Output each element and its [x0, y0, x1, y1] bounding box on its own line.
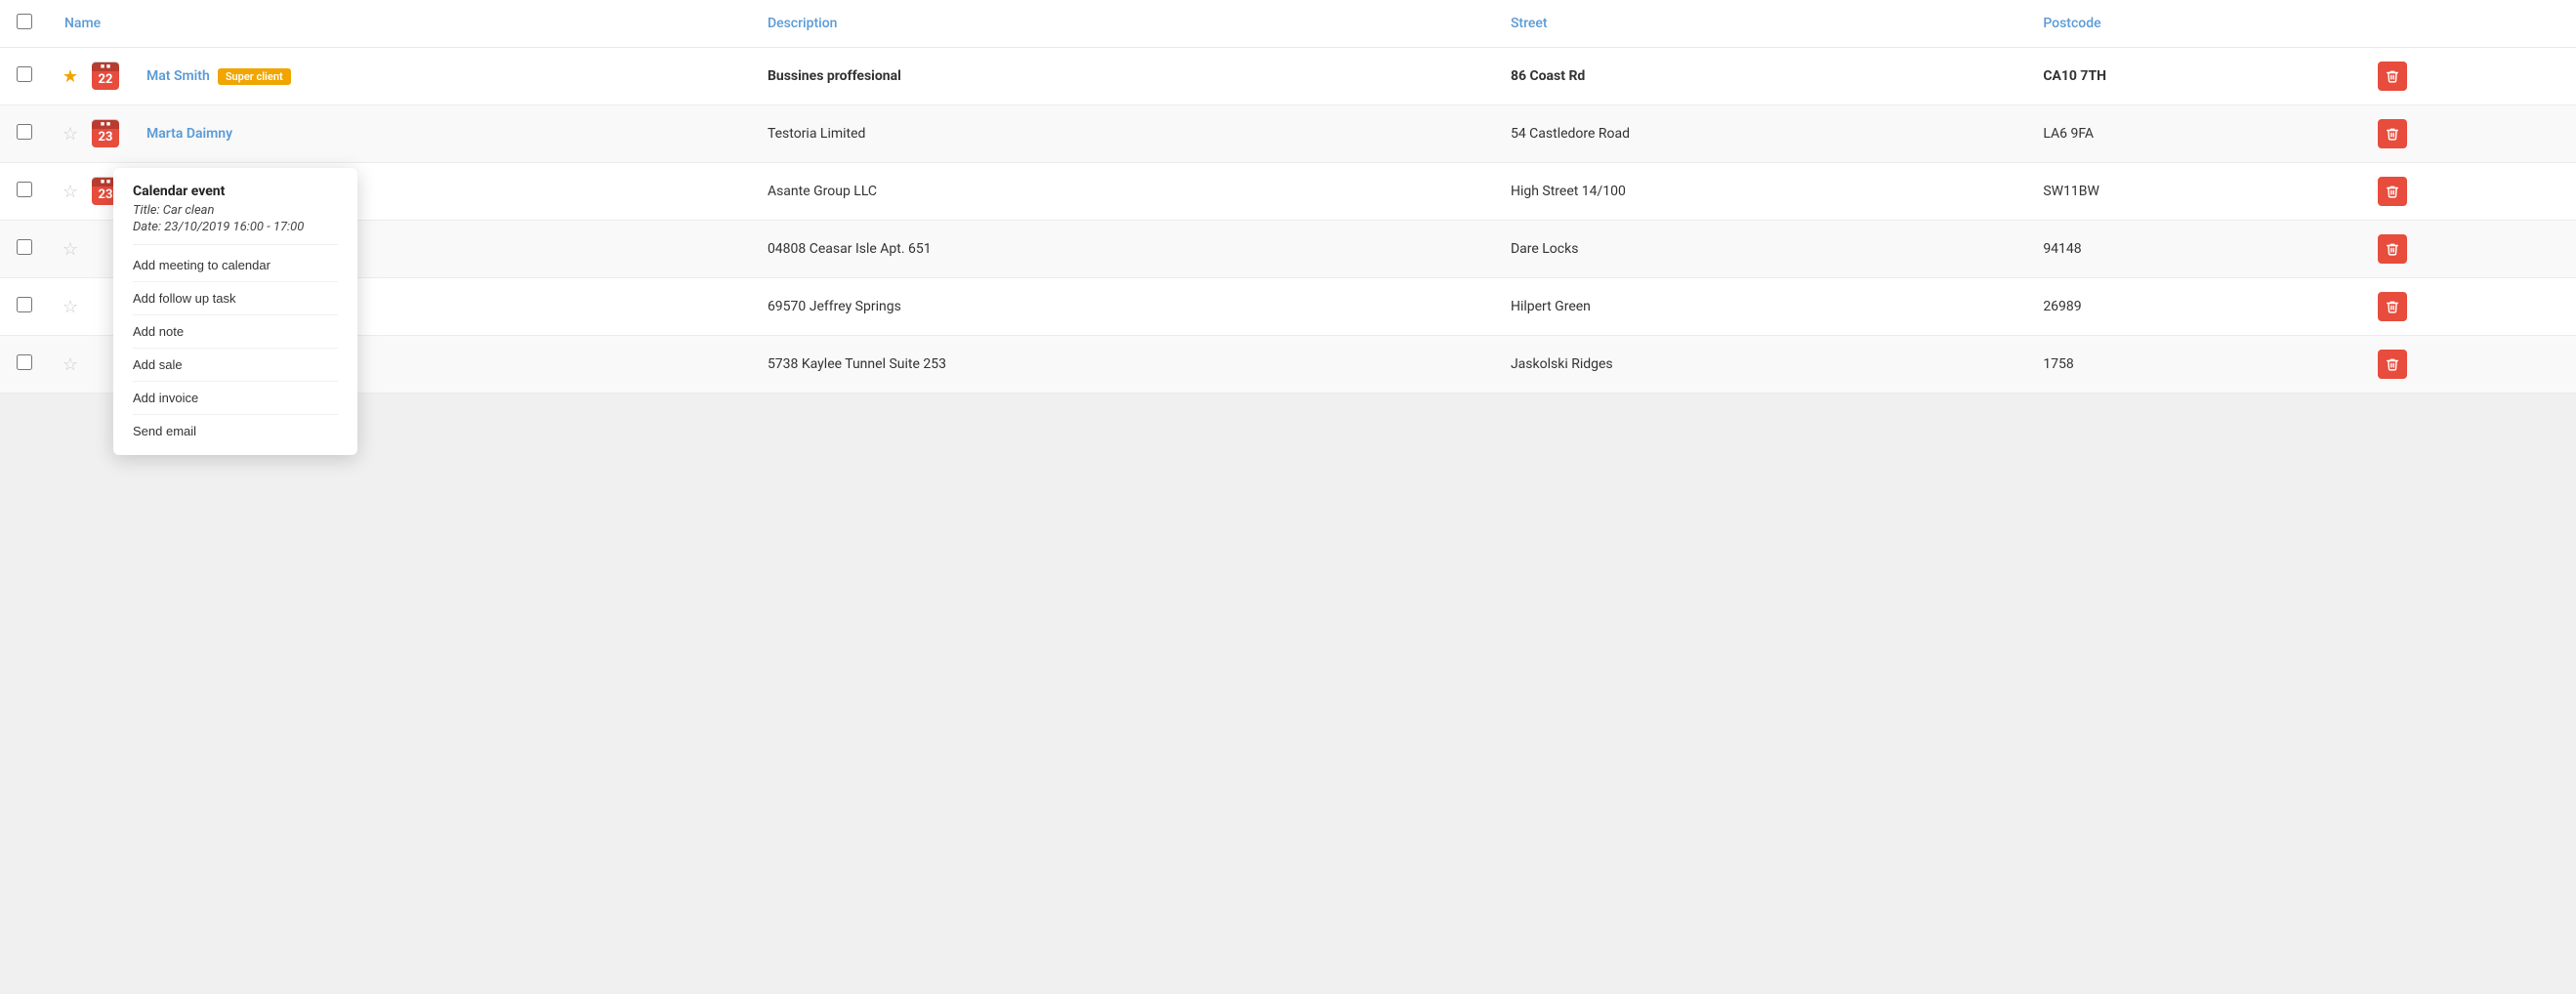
row-description-cell: 04808 Ceasar Isle Apt. 651 [752, 221, 1495, 278]
row-description-cell: Asante Group LLC [752, 163, 1495, 221]
calendar-icon[interactable]: ■ ■22 [92, 62, 119, 90]
row-star-cell: ☆ [49, 278, 88, 336]
popup-action-add-invoice[interactable]: Add invoice [133, 382, 338, 415]
row-star-cell: ☆ [49, 221, 88, 278]
star-icon[interactable]: ☆ [62, 124, 78, 145]
star-icon[interactable]: ☆ [62, 354, 78, 375]
popup-action-add-follow-up-task[interactable]: Add follow up task [133, 282, 338, 315]
star-icon[interactable]: ★ [62, 66, 78, 87]
row-street-cell: 54 Castledore Road [1495, 105, 2027, 163]
delete-button[interactable] [2378, 234, 2407, 264]
row-description-cell: 5738 Kaylee Tunnel Suite 253 [752, 336, 1495, 393]
table-row: ★ ■ ■22 Mat Smith Super client Bussines prof… [0, 48, 2576, 105]
row-star-cell: ★ [49, 48, 88, 105]
row-description-cell: Testoria Limited [752, 105, 1495, 163]
calendar-event-popup: Calendar event Title: Car clean Date: 23… [113, 168, 357, 455]
row-star-cell: ☆ [49, 163, 88, 221]
popup-event-title-line: Title: Car clean [133, 203, 338, 218]
popup-title: Calendar event [133, 184, 338, 199]
row-checkbox-cell [0, 278, 49, 336]
row-name-cell: Marta Daimny [131, 105, 752, 163]
popup-action-add-meeting-to-calendar[interactable]: Add meeting to calendar [133, 249, 338, 282]
row-street-cell: 86 Coast Rd [1495, 48, 2027, 105]
popup-date-value: 23/10/2019 16:00 - 17:00 [164, 220, 304, 234]
row-postcode-cell: 1758 [2027, 336, 2361, 393]
delete-button[interactable] [2378, 350, 2407, 379]
row-calendar-cell: ■ ■23 [88, 105, 131, 163]
row-checkbox[interactable] [17, 124, 32, 140]
row-checkbox-cell [0, 163, 49, 221]
row-street-cell: Hilpert Green [1495, 278, 2027, 336]
delete-button[interactable] [2378, 62, 2407, 91]
delete-button[interactable] [2378, 177, 2407, 206]
row-checkbox-cell [0, 48, 49, 105]
table-row: ☆tag2tag369570 Jeffrey SpringsHilpert Gr… [0, 278, 2576, 336]
contacts-table: Name Description Street Postcode ★ ■ ■22 M… [0, 0, 2576, 393]
row-postcode-cell: SW11BW [2027, 163, 2361, 221]
row-delete-cell [2362, 336, 2576, 393]
table-row: ☆ 04808 Ceasar Isle Apt. 651Dare Locks941… [0, 221, 2576, 278]
contact-name-link[interactable]: Marta Daimny [146, 126, 232, 142]
row-star-cell: ☆ [49, 105, 88, 163]
delete-button[interactable] [2378, 119, 2407, 148]
contact-name-link[interactable]: Mat Smith [146, 68, 210, 84]
popup-event-date-line: Date: 23/10/2019 16:00 - 17:00 [133, 220, 338, 234]
popup-date-label: Date: [133, 220, 161, 234]
calendar-icon[interactable]: ■ ■23 [92, 120, 119, 147]
popup-title-label: Title: [133, 203, 160, 218]
header-checkbox-cell [0, 0, 49, 48]
header-street: Street [1495, 0, 2027, 48]
row-street-cell: Jaskolski Ridges [1495, 336, 2027, 393]
row-star-cell: ☆ [49, 336, 88, 393]
row-postcode-cell: LA6 9FA [2027, 105, 2361, 163]
row-checkbox-cell [0, 336, 49, 393]
star-icon[interactable]: ☆ [62, 182, 78, 202]
row-delete-cell [2362, 163, 2576, 221]
table-row: ☆■ ■23Martin KowalskyVIPAsante Group LLC… [0, 163, 2576, 221]
row-name-cell: Mat Smith Super client [131, 48, 752, 105]
row-checkbox[interactable] [17, 239, 32, 255]
row-description-cell: 69570 Jeffrey Springs [752, 278, 1495, 336]
row-checkbox[interactable] [17, 354, 32, 370]
contact-badge: Super client [218, 68, 291, 85]
table-row: ☆ ■ ■23 Marta Daimny Testoria Limited54 Cas… [0, 105, 2576, 163]
row-postcode-cell: CA10 7TH [2027, 48, 2361, 105]
row-delete-cell [2362, 48, 2576, 105]
star-icon[interactable]: ☆ [62, 297, 78, 317]
row-postcode-cell: 26989 [2027, 278, 2361, 336]
popup-action-send-email[interactable]: Send email [133, 415, 338, 447]
popup-action-add-note[interactable]: Add note [133, 315, 338, 349]
header-description: Description [752, 0, 1495, 48]
row-street-cell: Dare Locks [1495, 221, 2027, 278]
row-calendar-cell: ■ ■22 [88, 48, 131, 105]
row-checkbox[interactable] [17, 297, 32, 312]
star-icon[interactable]: ☆ [62, 239, 78, 260]
row-checkbox-cell [0, 105, 49, 163]
popup-actions-list: Add meeting to calendarAdd follow up tas… [133, 249, 338, 447]
contacts-table-container: Name Description Street Postcode ★ ■ ■22 M… [0, 0, 2576, 393]
row-delete-cell [2362, 278, 2576, 336]
popup-divider [133, 244, 338, 245]
row-street-cell: High Street 14/100 [1495, 163, 2027, 221]
header-name: Name [49, 0, 752, 48]
popup-action-add-sale[interactable]: Add sale [133, 349, 338, 382]
row-checkbox[interactable] [17, 66, 32, 82]
header-postcode: Postcode [2027, 0, 2361, 48]
header-actions [2362, 0, 2576, 48]
row-description-cell: Bussines proffesional [752, 48, 1495, 105]
delete-button[interactable] [2378, 292, 2407, 321]
row-postcode-cell: 94148 [2027, 221, 2361, 278]
row-checkbox-cell [0, 221, 49, 278]
row-delete-cell [2362, 221, 2576, 278]
popup-title-value: Car clean [163, 203, 215, 218]
table-row: ☆ 5738 Kaylee Tunnel Suite 253Jaskolski R… [0, 336, 2576, 393]
row-checkbox[interactable] [17, 182, 32, 197]
select-all-checkbox[interactable] [17, 14, 32, 29]
row-delete-cell [2362, 105, 2576, 163]
